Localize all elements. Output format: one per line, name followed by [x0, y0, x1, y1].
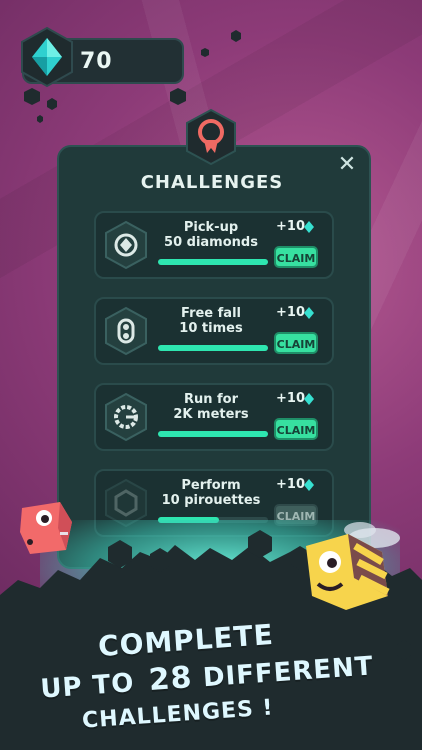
- claim-button[interactable]: CLAIM: [274, 332, 318, 354]
- claim-button[interactable]: CLAIM: [274, 246, 318, 268]
- reward-amount: +10: [276, 219, 305, 234]
- reward-amount: +10: [276, 305, 305, 320]
- run-icon: [105, 392, 147, 442]
- diamond-icon: [21, 26, 73, 88]
- progress-bar: [158, 431, 268, 437]
- challenge-card-freefall: Free fall 10 times +10 CLAIM: [94, 297, 334, 365]
- reward-diamond-icon: [304, 307, 314, 319]
- claim-button[interactable]: CLAIM: [274, 418, 318, 440]
- progress-fill: [158, 431, 268, 437]
- progress-bar: [158, 345, 268, 351]
- medal-icon: [186, 108, 236, 166]
- challenge-card-pickup: Pick-up 50 diamonds +10 CLAIM: [94, 211, 334, 279]
- reward-diamond-icon: [304, 221, 314, 233]
- challenge-card-run: Run for 2K meters +10 CLAIM: [94, 383, 334, 451]
- reward-amount: +10: [276, 391, 305, 406]
- challenge-title: Free fall 10 times: [179, 306, 243, 336]
- challenge-title: Pick-up 50 diamonds: [164, 220, 258, 250]
- progress-fill: [158, 345, 268, 351]
- reward-diamond-icon: [304, 393, 314, 405]
- progress-fill: [158, 259, 268, 265]
- gem-count: 70: [80, 49, 113, 74]
- freefall-icon: [105, 306, 147, 356]
- bee-character: [306, 522, 400, 610]
- pink-cube-character: [20, 502, 72, 554]
- reward-diamond-icon: [304, 479, 314, 491]
- progress-bar: [158, 259, 268, 265]
- challenge-title: Run for 2K meters: [173, 392, 249, 422]
- panel-title: CHALLENGES: [140, 172, 284, 193]
- reward-amount: +10: [276, 477, 305, 492]
- pickup-icon: [105, 220, 147, 270]
